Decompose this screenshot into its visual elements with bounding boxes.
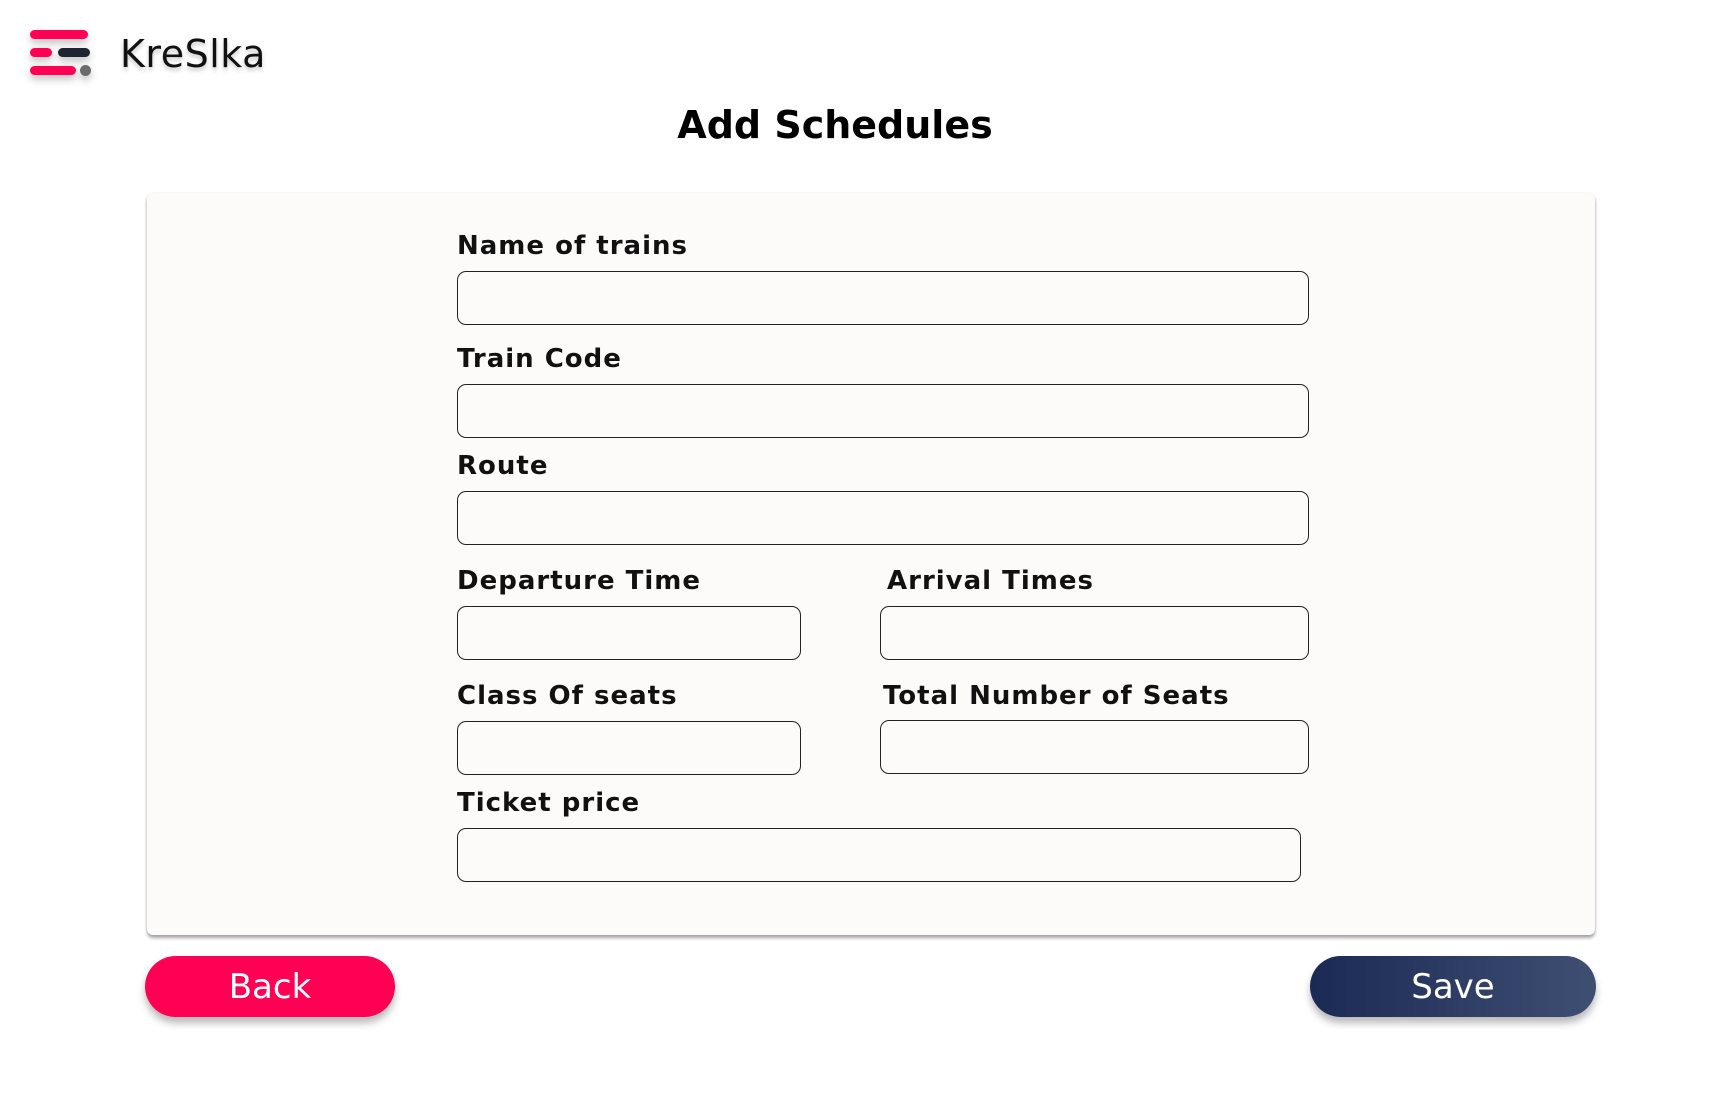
ticket-price-label: Ticket price <box>457 788 641 818</box>
train-name-input[interactable] <box>457 271 1309 325</box>
arrival-times-label: Arrival Times <box>887 566 1094 596</box>
seat-class-input[interactable] <box>457 721 801 775</box>
page-title: Add Schedules <box>677 103 993 147</box>
save-button[interactable]: Save <box>1310 956 1596 1017</box>
train-name-label: Name of trains <box>457 231 689 261</box>
back-button[interactable]: Back <box>145 956 395 1017</box>
route-label: Route <box>457 451 549 481</box>
logo-dot <box>80 65 91 76</box>
logo-bar-mid-left <box>30 48 52 57</box>
logo-bar-mid-right <box>58 48 90 57</box>
departure-time-label: Departure Time <box>457 566 702 596</box>
seat-class-label: Class Of seats <box>457 681 678 711</box>
total-seats-input[interactable] <box>880 720 1309 774</box>
train-code-input[interactable] <box>457 384 1309 438</box>
departure-time-input[interactable] <box>457 606 801 660</box>
ticket-price-input[interactable] <box>457 828 1301 882</box>
logo-icon <box>28 28 94 80</box>
logo-bar-bottom <box>30 66 76 75</box>
route-input[interactable] <box>457 491 1309 545</box>
logo-bar-top <box>30 30 88 39</box>
arrival-times-input[interactable] <box>880 606 1309 660</box>
total-seats-label: Total Number of Seats <box>883 681 1230 711</box>
brand-name: KreSlka <box>120 32 266 76</box>
app-logo[interactable]: KreSlka <box>28 28 266 80</box>
train-code-label: Train Code <box>457 344 622 374</box>
schedule-form-card: Name of trains Train Code Route Departur… <box>147 193 1595 935</box>
